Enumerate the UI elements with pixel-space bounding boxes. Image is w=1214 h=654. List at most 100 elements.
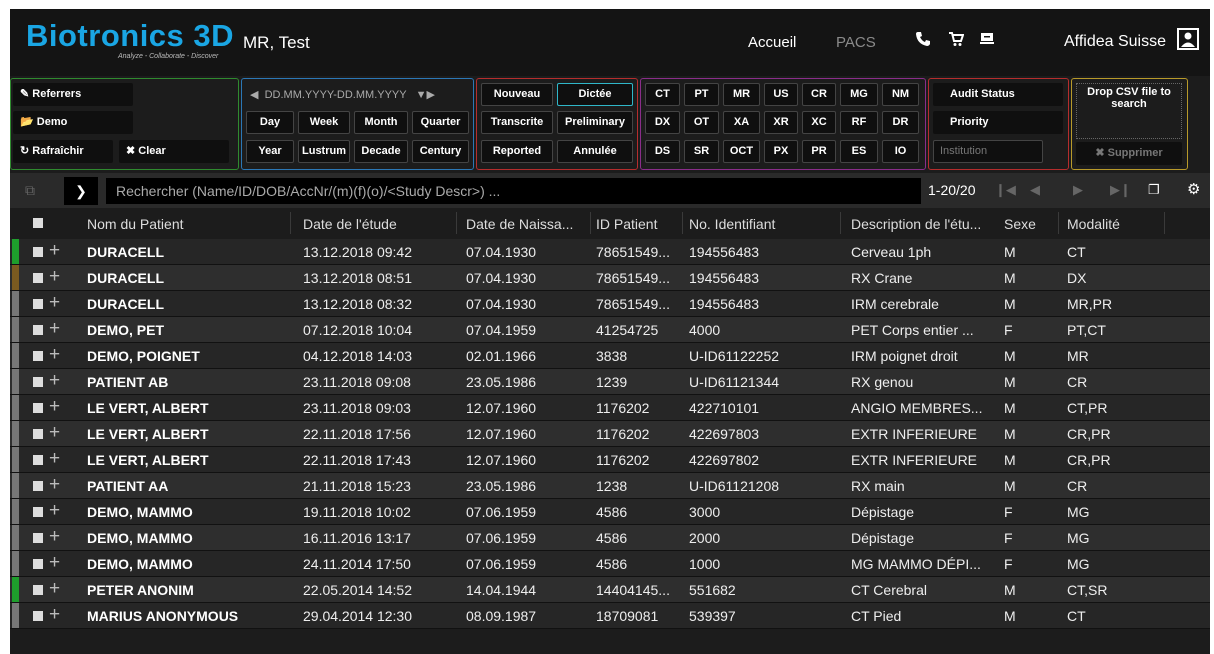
modality-sr-button[interactable]: SR	[684, 140, 719, 163]
column-header-modality[interactable]: Modalité	[1067, 216, 1120, 232]
modality-px-button[interactable]: PX	[764, 140, 798, 163]
prev-range-icon[interactable]: ◀	[250, 89, 258, 101]
row-checkbox[interactable]	[33, 247, 43, 257]
expand-icon[interactable]: +	[49, 241, 60, 261]
modality-xr-button[interactable]: XR	[764, 111, 798, 134]
modality-us-button[interactable]: US	[764, 83, 798, 106]
modality-ot-button[interactable]: OT	[684, 111, 719, 134]
expand-icon[interactable]: +	[49, 397, 60, 417]
expand-icon[interactable]: +	[49, 579, 60, 599]
row-checkbox[interactable]	[33, 507, 43, 517]
table-row[interactable]: + DURACELL 13.12.2018 09:42 07.04.1930 78651…	[10, 239, 1210, 265]
institution-input[interactable]: Institution	[933, 140, 1043, 163]
expand-icon[interactable]: +	[49, 553, 60, 573]
modality-dx-button[interactable]: DX	[645, 111, 680, 134]
modality-oct-button[interactable]: OCT	[723, 140, 760, 163]
nav-pacs-link[interactable]: PACS	[836, 34, 876, 51]
table-row[interactable]: + PETER ANONIM 22.05.2014 14:52 14.04.1944 1…	[10, 577, 1210, 603]
user-account-icon[interactable]	[1177, 28, 1199, 50]
audit-status-select[interactable]: Audit Status	[933, 83, 1063, 106]
row-checkbox[interactable]	[33, 559, 43, 569]
table-row[interactable]: + DEMO, PET 07.12.2018 10:04 07.04.1959 4125…	[10, 317, 1210, 343]
table-row[interactable]: + PATIENT AA 21.11.2018 15:23 23.05.1986 123…	[10, 473, 1210, 499]
row-checkbox[interactable]	[33, 403, 43, 413]
prev-page-icon[interactable]: ◀	[1030, 182, 1040, 198]
app-logo[interactable]: Biotronics 3D	[26, 20, 234, 51]
select-all-checkbox[interactable]	[33, 218, 43, 228]
expand-icon[interactable]: +	[49, 293, 60, 313]
column-header-accession[interactable]: No. Identifiant	[689, 216, 775, 232]
referrers-button[interactable]: ✎ Referrers	[13, 83, 133, 106]
table-row[interactable]: + DEMO, MAMMO 24.11.2014 17:50 07.06.1959 45…	[10, 551, 1210, 577]
status-nouveau-button[interactable]: Nouveau	[481, 83, 553, 106]
period-century-button[interactable]: Century	[412, 140, 469, 163]
row-checkbox[interactable]	[33, 481, 43, 491]
row-checkbox[interactable]	[33, 351, 43, 361]
copy-icon[interactable]: ❐	[1148, 182, 1160, 198]
expand-icon[interactable]: +	[49, 423, 60, 443]
expand-icon[interactable]: +	[49, 475, 60, 495]
table-row[interactable]: + LE VERT, ALBERT 22.11.2018 17:43 12.07.19…	[10, 447, 1210, 473]
next-page-icon[interactable]: ▶	[1073, 182, 1083, 198]
period-year-button[interactable]: Year	[246, 140, 294, 163]
modality-ds-button[interactable]: DS	[645, 140, 680, 163]
row-checkbox[interactable]	[33, 299, 43, 309]
expand-icon[interactable]: +	[49, 527, 60, 547]
search-input[interactable]: Rechercher (Name/ID/DOB/AccNr/(m)(f)(o)/…	[106, 178, 921, 204]
period-day-button[interactable]: Day	[246, 111, 294, 134]
period-lustrum-button[interactable]: Lustrum	[298, 140, 350, 163]
period-quarter-button[interactable]: Quarter	[412, 111, 469, 134]
modality-pt-button[interactable]: PT	[684, 83, 719, 106]
priority-select[interactable]: Priority	[933, 111, 1063, 134]
phone-icon[interactable]	[914, 31, 932, 49]
expand-icon[interactable]: +	[49, 605, 60, 625]
column-header-name[interactable]: Nom du Patient	[87, 216, 184, 232]
table-row[interactable]: + DEMO, MAMMO 19.11.2018 10:02 07.06.1959 45…	[10, 499, 1210, 525]
column-header-description[interactable]: Description de l'étu...	[851, 216, 981, 232]
expand-icon[interactable]: +	[49, 371, 60, 391]
status-transcrite-button[interactable]: Transcrite	[481, 111, 553, 134]
first-page-icon[interactable]: ❙◀	[995, 182, 1016, 198]
row-checkbox[interactable]	[33, 429, 43, 439]
date-range-input[interactable]: ◀ DD.MM.YYYY-DD.MM.YYYY ▼▶	[250, 88, 435, 101]
last-page-icon[interactable]: ▶❙	[1110, 182, 1131, 198]
expand-icon[interactable]: +	[49, 501, 60, 521]
search-submit-button[interactable]: ❯	[64, 177, 98, 205]
table-row[interactable]: + MARIUS ANONYMOUS 29.04.2014 12:30 08.09.1…	[10, 603, 1210, 629]
institution-name[interactable]: Affidea Suisse	[1064, 33, 1166, 51]
cart-icon[interactable]	[947, 31, 965, 49]
table-row[interactable]: + LE VERT, ALBERT 23.11.2018 09:03 12.07.19…	[10, 395, 1210, 421]
status-dictee-button[interactable]: Dictée	[557, 83, 633, 106]
expand-icon[interactable]: +	[49, 449, 60, 469]
modality-rf-button[interactable]: RF	[840, 111, 878, 134]
dropdown-icon[interactable]: ▼	[416, 89, 427, 101]
next-range-icon[interactable]: ▶	[426, 89, 434, 101]
refresh-button[interactable]: ↻ Rafraîchir	[13, 140, 113, 163]
modality-io-button[interactable]: IO	[882, 140, 919, 163]
gear-icon[interactable]: ⚙	[1187, 180, 1200, 198]
row-checkbox[interactable]	[33, 611, 43, 621]
period-decade-button[interactable]: Decade	[354, 140, 408, 163]
modality-pr-button[interactable]: PR	[802, 140, 836, 163]
row-checkbox[interactable]	[33, 273, 43, 283]
archive-icon[interactable]	[978, 31, 996, 49]
modality-ct-button[interactable]: CT	[645, 83, 680, 106]
demo-folder-button[interactable]: 📂 Demo	[13, 111, 133, 134]
table-row[interactable]: + DEMO, MAMMO 16.11.2016 13:17 07.06.1959 45…	[10, 525, 1210, 551]
period-week-button[interactable]: Week	[298, 111, 350, 134]
modality-nm-button[interactable]: NM	[882, 83, 919, 106]
expand-icon[interactable]: +	[49, 267, 60, 287]
modality-xc-button[interactable]: XC	[802, 111, 836, 134]
modality-mg-button[interactable]: MG	[840, 83, 878, 106]
status-annulee-button[interactable]: Annulée	[557, 140, 633, 163]
table-row[interactable]: + PATIENT AB 23.11.2018 09:08 23.05.1986 123…	[10, 369, 1210, 395]
modality-cr-button[interactable]: CR	[802, 83, 836, 106]
row-checkbox[interactable]	[33, 377, 43, 387]
modality-mr-button[interactable]: MR	[723, 83, 760, 106]
status-preliminary-button[interactable]: Preliminary	[557, 111, 633, 134]
csv-drop-zone[interactable]: Drop CSV file to search	[1076, 83, 1182, 139]
row-checkbox[interactable]	[33, 325, 43, 335]
modality-es-button[interactable]: ES	[840, 140, 878, 163]
row-checkbox[interactable]	[33, 455, 43, 465]
status-reported-button[interactable]: Reported	[481, 140, 553, 163]
